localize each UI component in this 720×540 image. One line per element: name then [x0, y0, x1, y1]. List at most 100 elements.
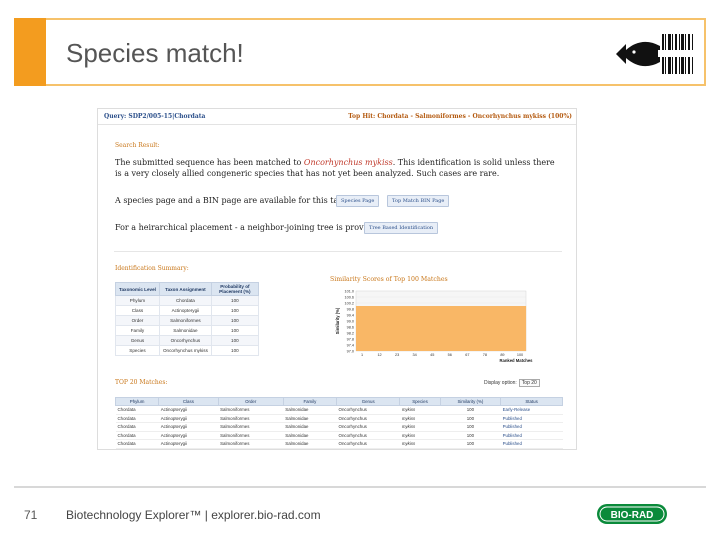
chart-bar — [492, 306, 510, 351]
chart-bar — [509, 306, 527, 351]
chart-y-tick-label: 100.6 — [344, 296, 354, 300]
top20-cell: Salmonidae — [283, 414, 337, 423]
id-summary-cell: Phylum — [115, 295, 160, 306]
chart-x-tick-label: 23 — [395, 353, 399, 357]
id-summary-row: Genus Oncorhynchus 100 — [115, 335, 259, 346]
top20-cell: Published — [500, 414, 563, 423]
top20-cell: 100 — [440, 405, 501, 415]
top20-cell: mykiss — [399, 431, 441, 440]
top20-cell: mykiss — [399, 414, 441, 423]
chart-y-tick-label: 100.2 — [344, 302, 354, 306]
chart-y-tick-label: 97.0 — [347, 350, 354, 354]
top20-row[interactable]: Chordata Actinopterygii Salmoniformes Salmo… — [115, 414, 563, 423]
top20-cell: Salmonidae — [283, 405, 337, 415]
top20-cell: 100 — [440, 439, 501, 449]
top20-col-header[interactable]: Similarity (%) — [439, 397, 502, 406]
top20-row[interactable]: Chordata Actinopterygii Salmoniformes Salmo… — [115, 431, 563, 440]
top20-col-header[interactable]: Status — [500, 397, 563, 406]
pages-text: A species page and a BIN page are availa… — [115, 196, 356, 205]
id-summary-cell: Class — [115, 305, 160, 316]
top20-cell: Salmoniformes — [218, 422, 284, 432]
chart-bar — [424, 306, 442, 351]
top20-col-header[interactable]: Class — [158, 397, 219, 406]
id-summary-cell: Oncorhynchus — [158, 335, 212, 346]
top20-row[interactable]: Chordata Actinopterygii Salmoniformes Salmo… — [115, 439, 563, 449]
chart-y-tick-label: 97.4 — [347, 344, 354, 348]
id-summary-cell: 100 — [210, 325, 259, 336]
chart-y-tick-label: 98.6 — [347, 326, 354, 330]
top20-cell: Salmoniformes — [218, 414, 284, 423]
id-summary-cell: Family — [115, 325, 160, 336]
top20-cell: Chordata — [115, 431, 159, 440]
top20-col-header[interactable]: Species — [399, 397, 441, 406]
chart-bar — [441, 306, 459, 351]
query-bar: Query: SDP2/005-15|Chordata Top Hit: Cho… — [98, 109, 576, 125]
id-summary-cell: 100 — [210, 345, 259, 356]
id-summary-row: Class Actinopterygii 100 — [115, 305, 259, 316]
id-summary-cell: 100 — [210, 295, 259, 306]
chart-x-tick-label: 56 — [448, 353, 452, 357]
top20-cell: Chordata — [115, 414, 159, 423]
bold-identification-screenshot: Query: SDP2/005-15|Chordata Top Hit: Cho… — [97, 108, 577, 450]
top20-cell: Salmoniformes — [218, 431, 284, 440]
top20-cell: Salmonidae — [283, 422, 337, 432]
top20-cell: Actinopterygii — [158, 431, 219, 440]
query-label[interactable]: Query: SDP2/005-15|Chordata — [104, 109, 205, 124]
footer-divider — [14, 486, 706, 488]
top20-row[interactable]: Chordata Actinopterygii Salmoniformes Salmo… — [115, 422, 563, 432]
chart-bar — [407, 306, 425, 351]
id-summary-cell: Order — [115, 315, 160, 326]
chart-bar — [458, 306, 476, 351]
top20-col-header[interactable]: Phylum — [114, 397, 160, 406]
id-summary-row: Phylum Chordata 100 — [115, 295, 259, 306]
top20-heading: TOP 20 Matches: — [115, 379, 168, 386]
result-species: Oncorhynchus mykiss — [303, 158, 393, 167]
display-option-label: Display option: — [484, 380, 517, 386]
top20-cell: Salmonidae — [283, 431, 337, 440]
chart-bar — [390, 306, 408, 351]
top20-cell: Oncorhynchus — [336, 405, 400, 415]
chart-x-tick-label: 100 — [517, 353, 523, 357]
top20-cell: 100 — [440, 431, 501, 440]
top20-col-header[interactable]: Genus — [336, 397, 401, 406]
tree-identification-button[interactable]: Tree Based Identification — [364, 222, 439, 234]
top20-table: Phylum Class Order Family Genus Species Simila… — [114, 397, 563, 449]
chart-x-axis-label: Ranked Matches — [499, 358, 533, 363]
top20-cell: Oncorhynchus — [336, 439, 400, 449]
chart-bar — [373, 306, 391, 351]
top20-cell: Actinopterygii — [158, 405, 219, 415]
display-option-select[interactable]: Top 20 — [518, 379, 540, 387]
col-header: Probability of Placement (%) — [210, 282, 259, 296]
title-accent-bar — [14, 18, 46, 86]
tree-text: For a heirarchical placement - a neighbo… — [115, 223, 384, 232]
fish-barcode-logo — [616, 34, 698, 74]
top20-cell: Actinopterygii — [158, 422, 219, 432]
top20-col-header[interactable]: Order — [217, 397, 284, 406]
top20-cell: Actinopterygii — [158, 414, 219, 423]
chart-x-tick-label: 34 — [413, 353, 417, 357]
top20-col-header[interactable]: Family — [282, 397, 338, 406]
chart-y-tick-label: 99.4 — [347, 314, 354, 318]
top20-cell: Chordata — [115, 405, 159, 415]
chart-y-tick-label: 97.8 — [347, 338, 354, 342]
id-summary-heading: Identification Summary: — [115, 265, 189, 272]
top20-cell: mykiss — [399, 405, 441, 415]
page-number: 71 — [24, 508, 38, 522]
top-hit-label: Top Hit: Chordata - Salmoniformes - Onco… — [348, 113, 572, 120]
chart-y-tick-label: 99.8 — [347, 308, 354, 312]
chart-y-tick-label: 98.2 — [347, 332, 354, 336]
top20-row[interactable]: Chordata Actinopterygii Salmoniformes Salmo… — [115, 405, 563, 415]
similarity-chart: Similarity Scores of Top 100 Matches 101.… — [330, 276, 533, 363]
divider — [114, 251, 562, 252]
top20-cell: Chordata — [115, 422, 159, 432]
col-header: Taxon Assignment — [158, 282, 212, 296]
top20-cell: Published — [500, 439, 563, 449]
bin-page-button[interactable]: Top Match BIN Page — [387, 195, 450, 207]
result-paragraph: The submitted sequence has been matched … — [115, 157, 560, 179]
top20-cell: Early-Release — [500, 405, 563, 415]
species-page-button[interactable]: Species Page — [336, 195, 380, 207]
top20-cell: mykiss — [399, 439, 441, 449]
chart-x-tick-label: 12 — [377, 353, 381, 357]
top20-cell: Salmonidae — [283, 439, 337, 449]
svg-text:BIO-RAD: BIO-RAD — [611, 510, 654, 521]
